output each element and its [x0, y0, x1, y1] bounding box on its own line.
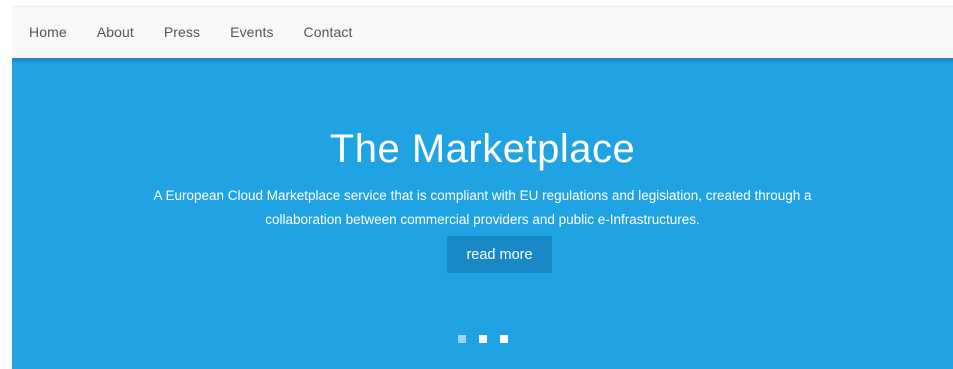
page: Home About Press Events Contact The Mark… — [0, 0, 953, 369]
carousel-indicator-1[interactable] — [457, 335, 466, 343]
carousel-indicators — [12, 335, 953, 343]
carousel-indicator-2[interactable] — [478, 335, 487, 343]
hero-title: The Marketplace — [329, 127, 636, 171]
nav-item-about[interactable]: About — [97, 24, 134, 40]
nav-item-events[interactable]: Events — [230, 24, 273, 40]
nav-item-press[interactable]: Press — [164, 24, 200, 40]
carousel-indicator-3[interactable] — [499, 335, 508, 343]
read-more-button[interactable]: read more — [447, 236, 552, 273]
hero-carousel: The Marketplace A European Cloud Marketp… — [12, 58, 953, 369]
nav-item-home[interactable]: Home — [29, 24, 67, 40]
hero-description: A European Cloud Marketplace service tha… — [153, 188, 812, 227]
nav-item-contact[interactable]: Contact — [304, 24, 353, 40]
nav-list: Home About Press Events Contact — [12, 7, 953, 58]
top-navbar: Home About Press Events Contact — [12, 6, 953, 58]
